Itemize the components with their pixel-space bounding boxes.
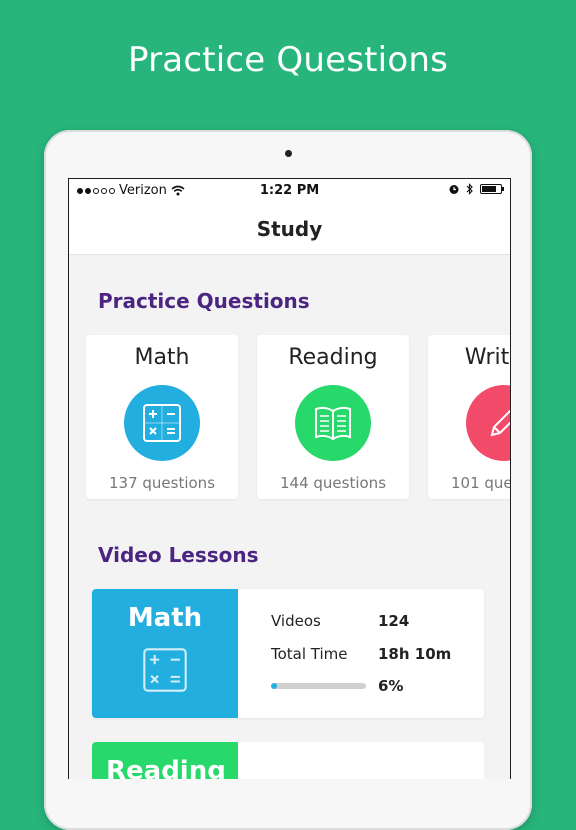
video-card-math[interactable]: Math Videos 124 Total Time 18h 10m 6% xyxy=(92,589,484,718)
headline: Practice Questions xyxy=(128,40,448,80)
videos-label: Videos xyxy=(271,612,321,630)
video-card-subject: Math xyxy=(127,603,203,633)
video-card-subject-panel: Reading xyxy=(92,742,238,779)
total-time-value: 18h 10m xyxy=(378,645,452,663)
nav-title: Study xyxy=(256,217,323,241)
card-question-count: 137 questions xyxy=(108,474,216,492)
battery-icon xyxy=(480,184,504,194)
card-subject: Reading xyxy=(288,345,378,370)
calculator-icon xyxy=(143,648,187,692)
bluetooth-icon xyxy=(466,183,473,195)
writing-circle xyxy=(466,385,510,461)
videos-value: 124 xyxy=(378,612,410,630)
math-circle xyxy=(124,385,200,461)
card-question-count: 101 questions xyxy=(450,474,510,492)
reading-circle xyxy=(295,385,371,461)
card-question-count: 144 questions xyxy=(279,474,387,492)
card-subject: Writing xyxy=(464,345,510,370)
app-screen: Verizon 1:22 PM Study Practice Questions… xyxy=(68,178,511,779)
video-section-title: Video Lessons xyxy=(98,543,259,567)
total-time-label: Total Time xyxy=(271,645,348,663)
calculator-icon xyxy=(143,404,181,442)
progress-fill xyxy=(271,683,277,689)
practice-section-title: Practice Questions xyxy=(98,289,310,313)
status-time: 1:22 PM xyxy=(259,183,320,198)
camera-dot xyxy=(285,150,292,157)
pencil-icon xyxy=(490,409,510,437)
alarm-icon xyxy=(449,185,459,194)
progress-label: 6% xyxy=(378,677,404,695)
status-right xyxy=(448,183,504,195)
practice-card-writing[interactable]: Writing 101 questions xyxy=(428,335,510,499)
book-icon xyxy=(315,406,351,441)
card-subject: Math xyxy=(134,345,190,370)
practice-card-math[interactable]: Math 137 questions xyxy=(86,335,238,499)
video-card-subject-panel: Math xyxy=(92,589,238,718)
progress-bar xyxy=(271,683,366,689)
practice-card-reading[interactable]: Reading 144 questions xyxy=(257,335,409,499)
video-card-reading[interactable]: Reading xyxy=(92,742,484,779)
status-bar: Verizon 1:22 PM xyxy=(69,179,510,201)
navigation-bar: Study xyxy=(69,201,510,255)
